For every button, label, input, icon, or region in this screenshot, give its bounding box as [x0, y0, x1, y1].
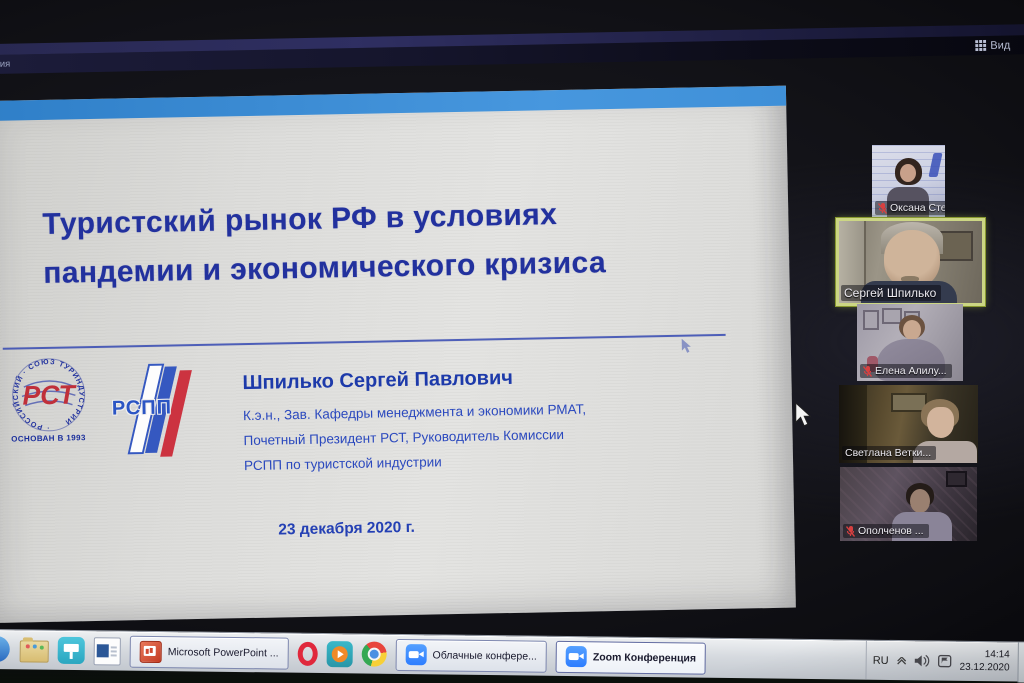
- action-center-flag-icon[interactable]: [938, 655, 952, 668]
- shared-slide: Туристский рынок РФ в условиях пандемии …: [0, 86, 796, 623]
- zoom-meeting-task-button[interactable]: Zoom Конференция: [556, 640, 707, 674]
- view-button-label: Вид: [990, 39, 1010, 51]
- rspp-logo-text: РСПП: [112, 396, 172, 420]
- participant-tile-elena[interactable]: Елена Алилу...: [857, 304, 963, 381]
- participant-name-label: Светлана Ветки...: [842, 446, 936, 460]
- participant-tile-opolchenov[interactable]: Ополченов ...: [840, 467, 977, 541]
- tray-time: 14:14: [960, 649, 1010, 662]
- participant-tile-sergey-active-speaker[interactable]: Сергей Шпилько: [836, 218, 985, 306]
- banner-logo-mark: [928, 153, 942, 177]
- zoom-meeting-task-label: Zoom Конференция: [593, 651, 696, 664]
- participant-name-label: Елена Алилу...: [860, 364, 952, 378]
- windows-taskbar: Microsoft PowerPoint ... Облачные конфер…: [0, 629, 1024, 682]
- participant-name-label: Ополченов ...: [843, 524, 929, 538]
- slide-date: 23 декабря 2020 г.: [278, 519, 415, 540]
- media-player-icon[interactable]: [326, 641, 352, 667]
- show-desktop-button[interactable]: [1017, 642, 1024, 682]
- tray-date: 23.12.2020: [959, 661, 1009, 674]
- rst-logo: · РОССИЙСКИЙ · СОЮЗ ТУРИНДУСТРИИ РСТ: [11, 357, 86, 432]
- system-tray: RU 14:14 23.12.2020: [865, 641, 1024, 682]
- participant-tile-svetlana[interactable]: Светлана Ветки...: [839, 385, 978, 463]
- muted-mic-icon: [846, 526, 855, 537]
- keynote-app-icon[interactable]: [58, 637, 85, 664]
- slide-accent-bar: [0, 86, 786, 121]
- rspp-logo: РСПП: [113, 363, 197, 457]
- zoom-cloud-task-label: Облачные конфере...: [433, 649, 537, 662]
- view-button[interactable]: Вид: [975, 38, 1024, 51]
- zoom-camera-icon: [566, 646, 587, 667]
- presenter-name: Шпилько Сергей Павлович: [242, 364, 682, 395]
- slide-title-line2: пандемии и экономического кризиса: [43, 238, 607, 298]
- word-document-icon[interactable]: [94, 637, 121, 665]
- zoom-camera-icon: [405, 644, 426, 665]
- clock[interactable]: 14:14 23.12.2020: [959, 649, 1009, 675]
- app-icon-partial[interactable]: [0, 636, 11, 664]
- folder-icon[interactable]: [20, 640, 49, 662]
- powerpoint-task-button[interactable]: Microsoft PowerPoint ...: [130, 635, 289, 669]
- language-indicator[interactable]: RU: [873, 654, 889, 666]
- volume-icon[interactable]: [915, 654, 930, 667]
- muted-mic-icon: [863, 366, 872, 377]
- picture-frame: [946, 471, 967, 487]
- grid-view-icon: [975, 40, 986, 51]
- powerpoint-task-label: Microsoft PowerPoint ...: [168, 646, 279, 659]
- slide-divider-line: [3, 334, 726, 350]
- hidden-icons-chevron[interactable]: [897, 657, 907, 665]
- presenter-block: Шпилько Сергей Павлович К.э.н., Зав. Каф…: [242, 364, 684, 478]
- chrome-browser-icon[interactable]: [361, 641, 386, 666]
- window-title-fragment: ция: [0, 59, 10, 70]
- muted-mic-icon: [878, 203, 887, 214]
- mouse-cursor: [795, 403, 811, 427]
- opera-browser-icon[interactable]: [297, 642, 317, 666]
- zoom-window-titlebar: ция Вид: [0, 24, 1024, 74]
- powerpoint-icon: [140, 640, 162, 662]
- participant-name-label: Сергей Шпилько: [841, 285, 941, 301]
- picture-frame: [863, 310, 879, 330]
- participant-name-label: Оксана Степ...: [875, 201, 945, 215]
- participant-tile-oksana[interactable]: Оксана Степ...: [872, 145, 945, 218]
- rst-logo-caption: ОСНОВАН В 1993: [0, 433, 99, 444]
- rst-center-text: РСТ: [22, 380, 78, 411]
- zoom-cloud-task-button[interactable]: Облачные конфере...: [395, 638, 547, 672]
- slide-title: Туристский рынок РФ в условиях пандемии …: [42, 189, 607, 298]
- slide-pointer-cursor: [681, 338, 692, 353]
